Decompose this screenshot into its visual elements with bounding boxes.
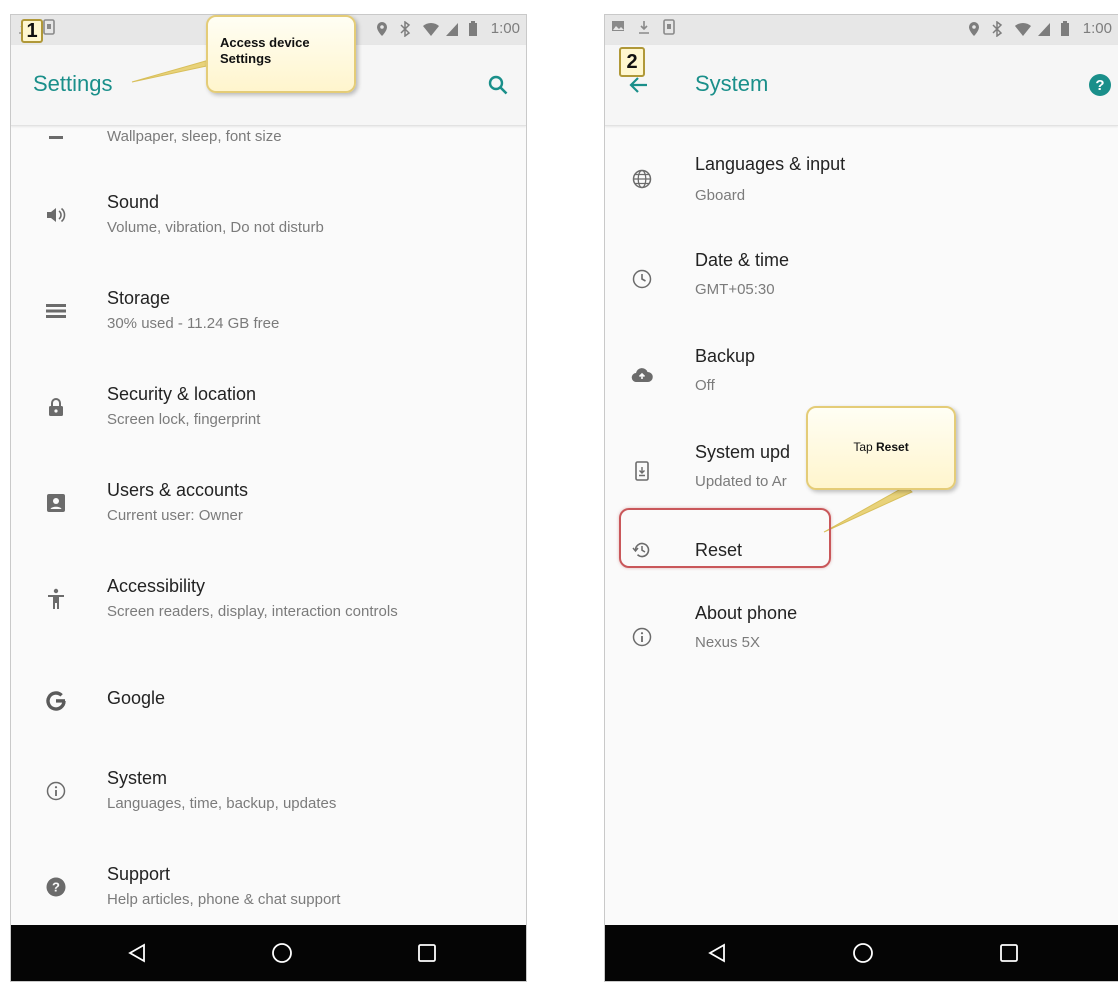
callout-text-prefix: Tap <box>853 440 876 454</box>
list-item-languages[interactable]: Languages & input Gboard <box>605 126 1118 222</box>
google-icon <box>43 688 69 714</box>
home-circle-icon[interactable] <box>268 939 296 967</box>
app-bar: System ? <box>605 45 1118 126</box>
step-number: 2 <box>619 47 645 77</box>
list-item-subtitle: Gboard <box>695 187 746 204</box>
list-item-title: Languages & input <box>695 154 846 174</box>
system-screen: 1:00 System ? Languages & input Gboard D… <box>604 14 1118 982</box>
back-triangle-icon[interactable] <box>703 939 731 967</box>
status-time: 1:00 <box>1082 20 1112 37</box>
status-time: 1:00 <box>490 20 520 37</box>
list-item-about-phone[interactable]: About phone Nexus 5X <box>605 596 1118 692</box>
location-icon <box>376 21 390 37</box>
display-icon <box>43 126 69 150</box>
list-item-system[interactable]: System Languages, time, backup, updates <box>11 754 526 850</box>
volume-icon <box>43 202 69 228</box>
recents-square-icon[interactable] <box>995 939 1023 967</box>
list-item-accessibility[interactable]: Accessibility Screen readers, display, i… <box>11 562 526 658</box>
callout-tap-reset: Tap Reset <box>806 406 956 490</box>
navigation-bar <box>605 925 1118 981</box>
callout-text-line2: Settings <box>220 51 272 66</box>
list-item-subtitle: Updated to Ar <box>695 473 787 490</box>
list-item-subtitle: Wallpaper, sleep, font size <box>107 128 282 145</box>
system-update-icon <box>629 458 655 484</box>
list-item-google[interactable]: Google <box>11 658 526 754</box>
home-circle-icon[interactable] <box>849 939 877 967</box>
list-item-security[interactable]: Security & location Screen lock, fingerp… <box>11 370 526 466</box>
list-item-subtitle: Screen lock, fingerprint <box>107 411 261 428</box>
list-item-title: Users & accounts <box>107 480 249 500</box>
list-item-subtitle: Off <box>695 377 715 394</box>
callout-access-settings: Access device Settings <box>206 15 356 93</box>
phone-update-icon <box>663 19 677 35</box>
wifi-icon <box>1014 21 1031 37</box>
list-item-support[interactable]: ? Support Help articles, phone & chat su… <box>11 850 526 925</box>
info-icon <box>43 778 69 804</box>
list-item-subtitle: Languages, time, backup, updates <box>107 795 337 812</box>
list-item-title: System <box>107 768 168 788</box>
list-item-title: System upd <box>695 442 791 462</box>
page-title: System <box>695 71 769 96</box>
wifi-icon <box>422 21 439 37</box>
recents-square-icon[interactable] <box>413 939 441 967</box>
list-item-subtitle: Screen readers, display, interaction con… <box>107 603 398 620</box>
list-item-sound[interactable]: Sound Volume, vibration, Do not disturb <box>11 178 526 274</box>
battery-icon <box>468 20 482 37</box>
battery-icon <box>1060 20 1074 37</box>
clock-icon <box>629 266 655 292</box>
svg-text:?: ? <box>1095 77 1104 94</box>
bluetooth-icon <box>991 20 1005 37</box>
list-item-subtitle: 30% used - 11.24 GB free <box>107 315 280 332</box>
settings-screen: 1:00 Settings Wallpaper, sleep, font siz… <box>10 14 527 982</box>
svg-text:?: ? <box>52 880 60 895</box>
info-icon <box>629 624 655 650</box>
signal-icon <box>445 21 459 37</box>
list-item-date-time[interactable]: Date & time GMT+05:30 <box>605 226 1118 322</box>
storage-icon <box>43 298 69 324</box>
settings-list: Wallpaper, sleep, font size Sound Volume… <box>11 126 526 925</box>
list-item-title: Date & time <box>695 250 790 270</box>
list-item-title: Support <box>107 864 171 884</box>
account-icon <box>43 490 69 516</box>
list-item-title: Backup <box>695 346 756 366</box>
list-item-subtitle: Volume, vibration, Do not disturb <box>107 219 324 236</box>
help-icon[interactable]: ? <box>1086 71 1114 99</box>
list-item-title: Security & location <box>107 384 257 404</box>
reset-highlight <box>619 508 831 568</box>
list-item-display[interactable]: Wallpaper, sleep, font size <box>11 126 526 184</box>
step-number: 1 <box>21 19 43 43</box>
callout-text-bold: Reset <box>876 440 909 454</box>
list-item-title: Google <box>107 688 166 708</box>
list-item-title: Sound <box>107 192 160 212</box>
callout-text-line1: Access device <box>220 35 310 50</box>
search-icon[interactable] <box>484 71 512 99</box>
status-bar: 1:00 <box>605 15 1118 45</box>
list-item-subtitle: Help articles, phone & chat support <box>107 891 341 908</box>
page-title: Settings <box>33 71 113 96</box>
list-item-storage[interactable]: Storage 30% used - 11.24 GB free <box>11 274 526 370</box>
list-item-title: About phone <box>695 603 798 623</box>
globe-icon <box>629 166 655 192</box>
image-icon <box>611 19 625 35</box>
list-item-title: Storage <box>107 288 171 308</box>
lock-icon <box>43 394 69 420</box>
cloud-upload-icon <box>629 362 655 388</box>
back-triangle-icon[interactable] <box>123 939 151 967</box>
list-item-subtitle: Nexus 5X <box>695 634 761 651</box>
list-item-backup[interactable]: Backup Off <box>605 322 1118 418</box>
location-icon <box>968 21 982 37</box>
list-item-users[interactable]: Users & accounts Current user: Owner <box>11 466 526 562</box>
accessibility-icon <box>43 586 69 612</box>
phone-update-icon <box>43 19 57 35</box>
bluetooth-icon <box>399 20 413 37</box>
download-icon <box>637 19 651 35</box>
list-item-subtitle: Current user: Owner <box>107 507 243 524</box>
list-item-subtitle: GMT+05:30 <box>695 281 775 298</box>
help-icon: ? <box>43 874 69 900</box>
list-item-title: Accessibility <box>107 576 206 596</box>
navigation-bar <box>11 925 526 981</box>
signal-icon <box>1037 21 1051 37</box>
